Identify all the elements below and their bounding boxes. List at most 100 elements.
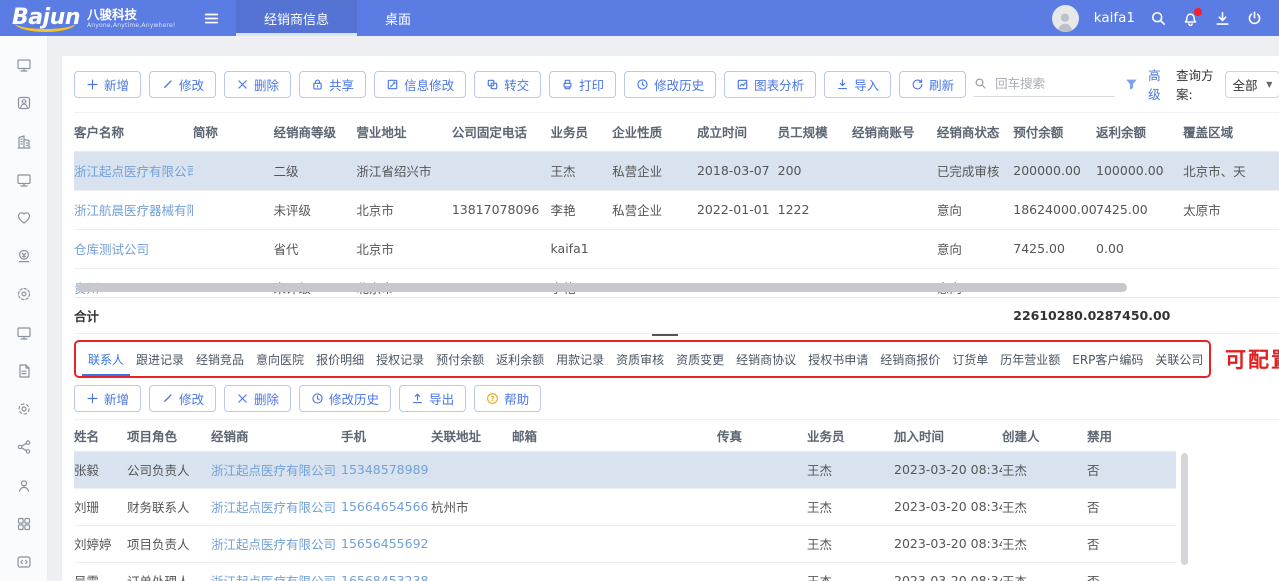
cell-link[interactable]: 15656455692 [341, 536, 428, 551]
add-button[interactable]: 新增 [74, 385, 141, 412]
tab-6[interactable]: 授权记录 [370, 342, 430, 376]
column-header[interactable]: 邮箱 [512, 420, 717, 451]
cell-link[interactable]: 浙江起点医疗有限公司 [74, 164, 193, 179]
table-row[interactable]: 刘珊财务联系人浙江起点医疗有限公司15664654566杭州市王杰2023-03… [74, 488, 1176, 525]
column-header[interactable]: 经销商等级 [274, 113, 357, 151]
column-header[interactable]: 预付余额 [1013, 113, 1096, 151]
vertical-scrollbar[interactable] [1181, 453, 1188, 565]
column-header[interactable]: 返利余额 [1096, 113, 1183, 151]
advanced-filter-link[interactable]: 高级 [1148, 65, 1166, 103]
cell-link[interactable]: 浙江起点医疗有限公司 [211, 537, 336, 552]
target-icon[interactable] [0, 275, 47, 313]
contact-card-icon[interactable] [0, 84, 47, 122]
column-header[interactable]: 关联地址 [431, 420, 512, 451]
column-header[interactable]: 营业地址 [356, 113, 452, 151]
column-header[interactable]: 员工规模 [778, 113, 852, 151]
monitor-icon[interactable] [0, 161, 47, 199]
scheme-select[interactable]: 全部 ▼ [1225, 71, 1279, 98]
download-icon[interactable] [1214, 10, 1231, 27]
tab-15[interactable]: 订货单 [946, 342, 994, 376]
column-header[interactable]: 经销商 [211, 420, 341, 451]
column-header[interactable]: 成立时间 [697, 113, 778, 151]
share-icon[interactable] [0, 428, 47, 466]
edit-button[interactable]: 修改 [149, 71, 216, 98]
search-icon[interactable] [1150, 10, 1167, 27]
table-row[interactable]: 仓库测试公司省代北京市kaifa1意向7425.000.00 [74, 229, 1279, 268]
menu-icon[interactable] [203, 10, 220, 27]
heart-icon[interactable] [0, 199, 47, 237]
gear-icon[interactable] [0, 390, 47, 428]
splitter-handle[interactable] [652, 334, 678, 339]
column-header[interactable]: 简称 [193, 113, 274, 151]
column-header[interactable]: 禁用 [1087, 420, 1176, 451]
column-header[interactable]: 姓名 [74, 420, 127, 451]
delete-button[interactable]: 删除 [224, 385, 291, 412]
edit-button[interactable]: 修改 [149, 385, 216, 412]
column-header[interactable]: 企业性质 [612, 113, 697, 151]
column-header[interactable]: 加入时间 [894, 420, 1002, 451]
tab-7[interactable]: 预付余额 [430, 342, 490, 376]
tab-2[interactable]: 跟进记录 [130, 342, 190, 376]
cell-link[interactable]: 浙江起点医疗有限公司 [211, 463, 336, 478]
monitor-icon[interactable] [0, 314, 47, 352]
column-header[interactable]: 传真 [717, 420, 807, 451]
column-header[interactable]: 覆盖区域 [1183, 113, 1279, 151]
modify-history-button[interactable]: 修改历史 [624, 71, 716, 98]
table-row[interactable]: 浙江航晨医疗器械有限...未评级北京市13817078096李艳私营企业2022… [74, 190, 1279, 229]
tab-4[interactable]: 意向医院 [250, 342, 310, 376]
building-icon[interactable] [0, 122, 47, 160]
column-header[interactable]: 项目角色 [127, 420, 211, 451]
column-header[interactable]: 创建人 [1002, 420, 1087, 451]
person-icon[interactable] [0, 466, 47, 504]
tab-5[interactable]: 报价明细 [310, 342, 370, 376]
table-row[interactable]: 刘婷婷项目负责人浙江起点医疗有限公司15656455692王杰2023-03-2… [74, 525, 1176, 562]
column-header[interactable]: 经销商账号 [852, 113, 937, 151]
cell-link[interactable]: 浙江航晨医疗器械有限... [74, 203, 193, 218]
tab-3[interactable]: 经销竞品 [190, 342, 250, 376]
nav-item-inactive[interactable]: 桌面 [357, 0, 439, 36]
power-icon[interactable] [1246, 10, 1263, 27]
column-header[interactable]: 手机 [341, 420, 431, 451]
tab-18[interactable]: 关联公司 [1149, 342, 1209, 376]
chart-analysis-button[interactable]: 图表分析 [724, 71, 816, 98]
tab-17[interactable]: ERP客户编码 [1066, 342, 1149, 376]
add-button[interactable]: 新增 [74, 71, 141, 98]
column-header[interactable]: 业务员 [807, 420, 894, 451]
cell-link[interactable]: 15348578989 [341, 462, 428, 477]
username[interactable]: kaifa1 [1094, 10, 1135, 26]
bell-icon[interactable] [1182, 10, 1199, 27]
tab-12[interactable]: 经销商协议 [730, 342, 802, 376]
monitor-icon[interactable] [0, 46, 47, 84]
tab-10[interactable]: 资质审核 [610, 342, 670, 376]
tab-8[interactable]: 返利余额 [490, 342, 550, 376]
print-button[interactable]: 打印 [549, 71, 616, 98]
column-header[interactable]: 业务员 [551, 113, 613, 151]
help-button[interactable]: ?帮助 [474, 385, 541, 412]
info-edit-button[interactable]: 信息修改 [374, 71, 466, 98]
avatar[interactable] [1052, 5, 1079, 32]
tab-11[interactable]: 资质变更 [670, 342, 730, 376]
import-button[interactable]: 导入 [824, 71, 891, 98]
horizontal-scrollbar[interactable] [77, 283, 1127, 292]
modify-history-button[interactable]: 修改历史 [299, 385, 391, 412]
tab-16[interactable]: 历年营业额 [994, 342, 1066, 376]
column-header[interactable]: 公司固定电话 [452, 113, 551, 151]
column-header[interactable]: 客户名称 [74, 113, 193, 151]
export-button[interactable]: 导出 [399, 385, 466, 412]
tab-14[interactable]: 经销商报价 [874, 342, 946, 376]
delete-button[interactable]: 删除 [224, 71, 291, 98]
search-input[interactable] [993, 75, 1115, 92]
table-row[interactable]: 吴霞订单处理人浙江起点医疗有限公司16568453238王杰2023-03-20… [74, 562, 1176, 581]
grid-icon[interactable] [0, 505, 47, 543]
tab-13[interactable]: 授权书申请 [802, 342, 874, 376]
cell-link[interactable]: 16568453238 [341, 573, 428, 581]
table-row[interactable]: 张毅公司负责人浙江起点医疗有限公司15348578989王杰2023-03-20… [74, 451, 1176, 488]
code-icon[interactable] [0, 543, 47, 581]
nav-item-active[interactable]: 经销商信息 [236, 0, 357, 36]
cell-link[interactable]: 浙江起点医疗有限公司 [211, 500, 336, 515]
document-icon[interactable] [0, 352, 47, 390]
filter-funnel-icon[interactable] [1125, 78, 1138, 91]
tab-9[interactable]: 用款记录 [550, 342, 610, 376]
refresh-button[interactable]: 刷新 [899, 71, 966, 98]
tab-1[interactable]: 联系人 [82, 342, 130, 376]
